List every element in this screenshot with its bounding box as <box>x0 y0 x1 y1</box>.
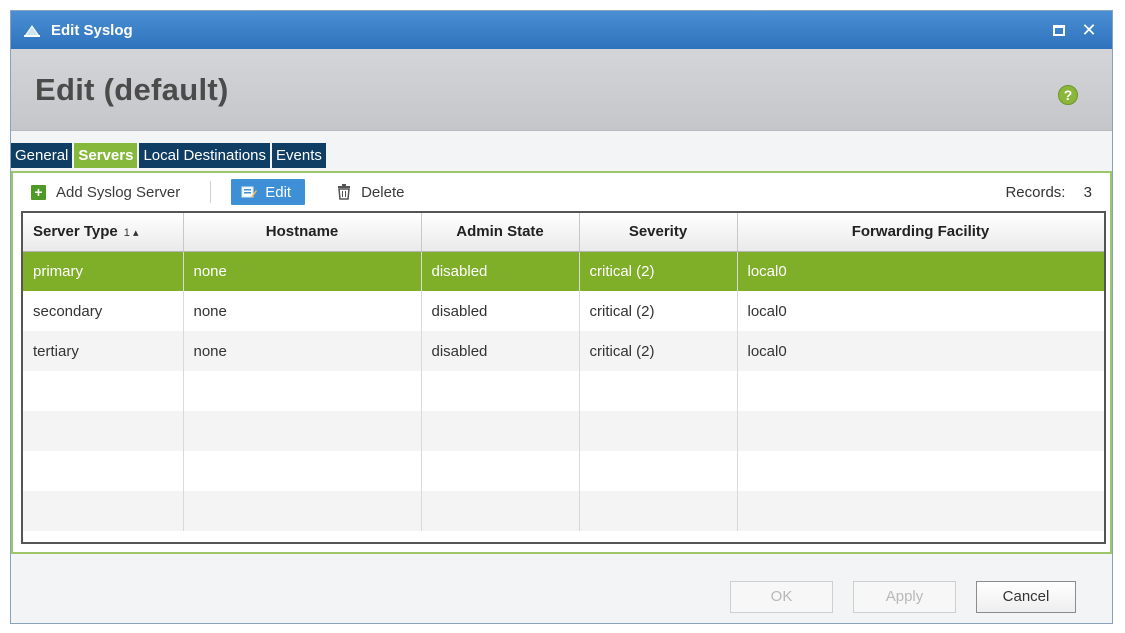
cell-hostname: none <box>183 291 422 331</box>
help-icon[interactable]: ? <box>1058 84 1078 105</box>
edit-syslog-window: Edit Syslog ✕ Edit (default) ? General S… <box>10 10 1113 624</box>
cell-severity: critical (2) <box>579 331 738 371</box>
tab-local-destinations[interactable]: Local Destinations <box>139 143 271 168</box>
records-counter: Records: 3 <box>1005 184 1092 201</box>
delete-label: Delete <box>361 183 405 201</box>
ok-button[interactable]: OK <box>730 580 833 613</box>
cell-forwarding-facility: local0 <box>737 251 1104 291</box>
cell-server-type: tertiary <box>23 331 184 371</box>
servers-table-container: Server Type 1 ▴ Hostname Admin State Seve… <box>21 211 1106 544</box>
records-label: Records: <box>1005 183 1066 201</box>
column-header-hostname[interactable]: Hostname <box>183 213 422 252</box>
dialog-footer: OK Apply Cancel <box>11 554 1112 623</box>
column-header-admin-state[interactable]: Admin State <box>421 213 580 252</box>
cell-server-type: secondary <box>23 291 184 331</box>
column-header-server-type[interactable]: Server Type 1 ▴ <box>23 213 184 252</box>
cell-hostname: none <box>183 251 422 291</box>
trash-icon <box>338 184 351 200</box>
delete-button[interactable]: Delete <box>305 184 404 201</box>
empty-row <box>23 451 1104 491</box>
edit-icon <box>241 186 258 198</box>
tab-servers[interactable]: Servers <box>74 143 138 168</box>
table-row[interactable]: tertiary none disabled critical (2) loca… <box>23 331 1104 371</box>
syslog-icon <box>24 25 40 37</box>
add-syslog-server-button[interactable]: + Add Syslog Server <box>31 184 180 201</box>
records-count: 3 <box>1083 183 1092 201</box>
add-syslog-server-label: Add Syslog Server <box>56 183 181 201</box>
edit-label: Edit <box>265 183 292 201</box>
window-titlebar: Edit Syslog ✕ <box>11 11 1112 49</box>
cell-severity: critical (2) <box>579 291 738 331</box>
empty-row <box>23 491 1104 531</box>
heading-bar: Edit (default) ? <box>11 49 1112 131</box>
tab-general[interactable]: General <box>11 143 73 168</box>
maximize-icon[interactable] <box>1048 19 1070 41</box>
column-header-forwarding-facility[interactable]: Forwarding Facility <box>737 213 1104 252</box>
cell-admin-state: disabled <box>421 291 580 331</box>
table-row[interactable]: secondary none disabled critical (2) loc… <box>23 291 1104 331</box>
page-title: Edit (default) <box>35 71 229 107</box>
cell-admin-state: disabled <box>421 331 580 371</box>
sort-ascending-icon: 1 ▴ <box>123 227 139 240</box>
servers-table: Server Type 1 ▴ Hostname Admin State Seve… <box>23 213 1104 531</box>
empty-row <box>23 371 1104 411</box>
cell-severity: critical (2) <box>579 251 738 291</box>
toolbar-separator <box>210 181 212 203</box>
close-icon[interactable]: ✕ <box>1078 19 1100 41</box>
tab-bar: General Servers Local Destinations Event… <box>11 142 1112 168</box>
empty-row <box>23 411 1104 451</box>
window-title: Edit Syslog <box>51 21 133 39</box>
cell-hostname: none <box>183 331 422 371</box>
column-header-severity[interactable]: Severity <box>579 213 738 252</box>
add-icon: + <box>31 184 46 200</box>
toolbar: + Add Syslog Server Edit Delete Records:… <box>13 173 1110 211</box>
cell-forwarding-facility: local0 <box>737 331 1104 371</box>
cell-forwarding-facility: local0 <box>737 291 1104 331</box>
table-header-row: Server Type 1 ▴ Hostname Admin State Seve… <box>23 213 1104 252</box>
servers-panel: + Add Syslog Server Edit Delete Records:… <box>11 171 1112 554</box>
edit-button[interactable]: Edit <box>231 179 306 205</box>
apply-button[interactable]: Apply <box>853 580 956 613</box>
cell-server-type: primary <box>23 251 184 291</box>
cancel-button[interactable]: Cancel <box>976 580 1076 613</box>
table-row[interactable]: primary none disabled critical (2) local… <box>23 251 1104 291</box>
tab-events[interactable]: Events <box>272 143 326 168</box>
cell-admin-state: disabled <box>421 251 580 291</box>
